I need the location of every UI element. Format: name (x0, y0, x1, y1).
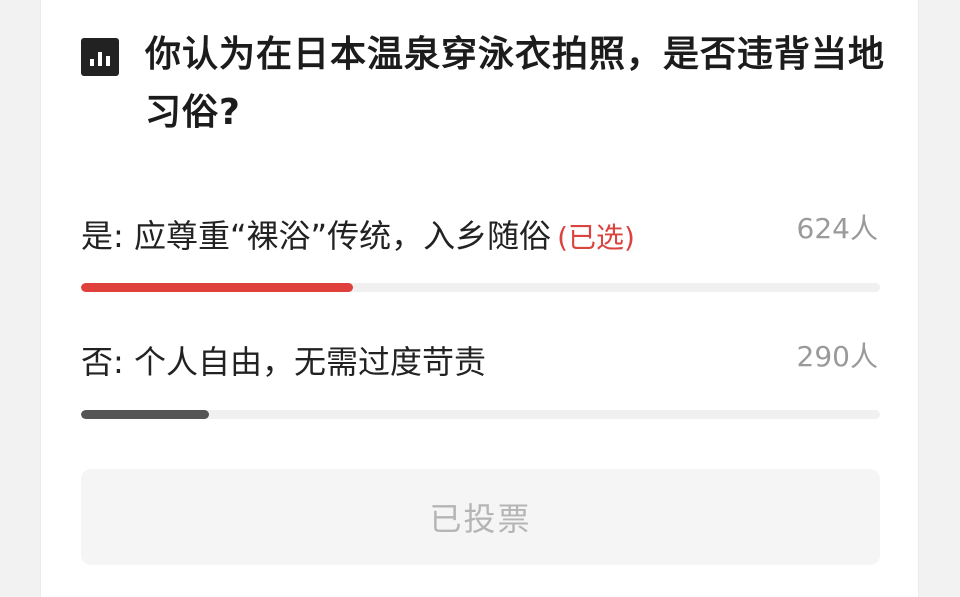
poll-option-label: 否: 个人自由，无需过度苛责 (81, 343, 486, 381)
poll-card: 你认为在日本温泉穿泳衣拍照，是否违背当地习俗? 是: 应尊重“裸浴”传统，入乡随… (40, 0, 919, 597)
poll-option-label: 是: 应尊重“裸浴”传统，入乡随俗 (81, 217, 552, 255)
voted-button[interactable]: 已投票 (81, 469, 880, 565)
selected-tag: (已选) (557, 221, 635, 254)
poll-option-progress-track (81, 283, 880, 292)
poll-option-yes[interactable]: 是: 应尊重“裸浴”传统，入乡随俗 (已选) (81, 216, 635, 258)
poll-option-count: 290人 (796, 340, 878, 373)
poll-option-count: 624人 (796, 212, 878, 245)
poll-option-progress-fill (81, 410, 209, 419)
poll-option-no[interactable]: 否: 个人自由，无需过度苛责 (81, 342, 486, 382)
poll-question: 你认为在日本温泉穿泳衣拍照，是否违背当地习俗? (145, 34, 886, 133)
poll-option-progress-track (81, 410, 880, 419)
poll-chart-icon (81, 38, 119, 76)
poll-option-progress-fill (81, 283, 353, 292)
